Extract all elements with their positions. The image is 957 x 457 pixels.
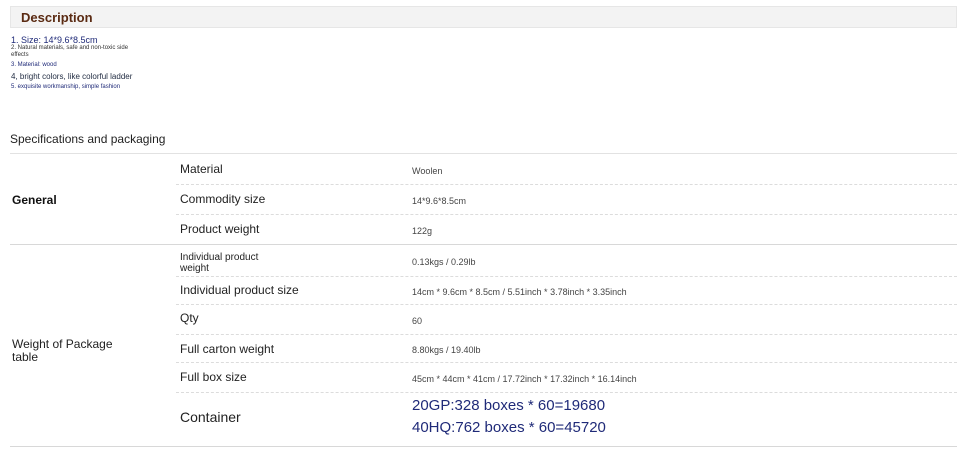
table-row: Qty 60 — [176, 305, 957, 335]
spec-value: 45cm * 44cm * 41cm / 17.72inch * 17.32in… — [412, 374, 637, 384]
description-item: 4, bright colors, like colorful ladder — [11, 72, 133, 82]
spec-key: Full carton weight — [180, 342, 275, 356]
description-title: Description — [21, 10, 93, 25]
description-item: 1. Size: 14*9.6*8.5cm — [11, 35, 98, 45]
spec-key: Full box size — [180, 370, 247, 384]
description-header: Description — [10, 6, 957, 28]
table-row: Material Woolen — [176, 154, 957, 185]
table-row: Individual product weight 0.13kgs / 0.29… — [176, 246, 957, 277]
spec-value: 14cm * 9.6cm * 8.5cm / 5.51inch * 3.78in… — [412, 287, 627, 297]
spec-value: 8.80kgs / 19.40lb — [412, 345, 481, 355]
table-row: Commodity size 14*9.6*8.5cm — [176, 185, 957, 215]
table-row: Full carton weight 8.80kgs / 19.40lb — [176, 335, 957, 363]
spec-group-package: Weight of Package table Individual produ… — [10, 246, 957, 447]
table-row: Product weight 122g — [176, 215, 957, 245]
spec-key: Container — [180, 409, 241, 425]
spec-key: Commodity size — [180, 192, 266, 206]
specifications-title: Specifications and packaging — [10, 132, 166, 146]
spec-value: 0.13kgs / 0.29lb — [412, 257, 476, 267]
description-list: 1. Size: 14*9.6*8.5cm 2. Natural materia… — [11, 35, 141, 90]
spec-value: 122g — [412, 226, 433, 236]
container-line-1: 20GP:328 boxes * 60=19680 — [412, 397, 606, 414]
table-row: Container 20GP:328 boxes * 60=19680 40HQ… — [176, 393, 957, 447]
description-item: 5. exquisite workmanship, simple fashion — [11, 83, 121, 90]
spec-key: Product weight — [180, 222, 260, 236]
table-row: Individual product size 14cm * 9.6cm * 8… — [176, 277, 957, 305]
spec-key: Individual product weight — [180, 252, 259, 274]
spec-value: 60 — [412, 316, 423, 326]
spec-key: Qty — [180, 311, 199, 325]
container-line-2: 40HQ:762 boxes * 60=45720 — [412, 419, 606, 436]
group-label-package: Weight of Package table — [12, 337, 113, 364]
table-row: Full box size 45cm * 44cm * 41cm / 17.72… — [176, 363, 957, 393]
spec-group-general: General Material Woolen Commodity size 1… — [10, 154, 957, 245]
spec-value-container: 20GP:328 boxes * 60=19680 40HQ:762 boxes… — [412, 395, 606, 439]
spec-key: Material — [180, 162, 223, 176]
description-item: 3. Material: wood — [11, 62, 57, 69]
spec-value: 14*9.6*8.5cm — [412, 196, 467, 206]
group-label-general: General — [12, 193, 57, 207]
spec-value: Woolen — [412, 166, 443, 176]
spec-key: Individual product size — [180, 283, 299, 297]
description-item: 2. Natural materials, safe and non-toxic… — [11, 45, 129, 58]
